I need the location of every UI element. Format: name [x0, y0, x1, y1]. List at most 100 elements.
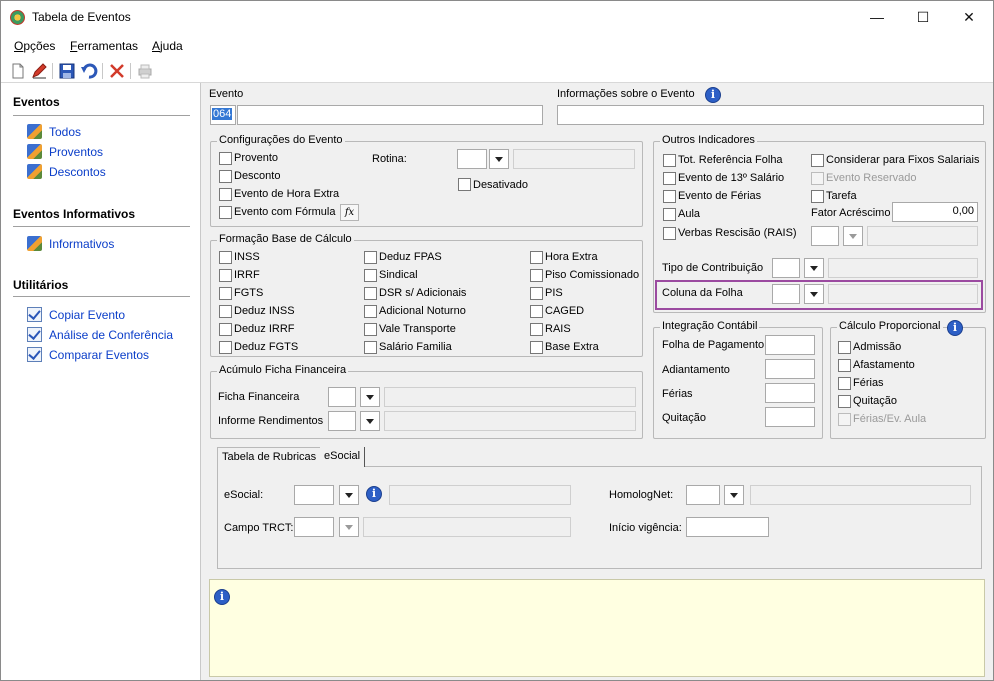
coluna-folha-input[interactable] [772, 284, 800, 304]
undo-icon[interactable] [80, 62, 98, 80]
campo-trct-input[interactable] [294, 517, 334, 537]
homolognet-input[interactable] [686, 485, 720, 505]
quitacao-integracao-input[interactable] [765, 407, 815, 427]
informe-rendimentos-input[interactable] [328, 411, 356, 431]
evento-13-checkbox[interactable] [663, 172, 676, 185]
afastamento-checkbox[interactable] [838, 359, 851, 372]
info-icon[interactable]: i [947, 320, 963, 336]
ficha-financeira-dropdown-icon[interactable] [360, 387, 380, 407]
admissao-checkbox[interactable] [838, 341, 851, 354]
vale-transporte-checkbox[interactable] [364, 323, 377, 336]
informacoes-input[interactable] [557, 105, 984, 125]
pis-checkbox[interactable] [530, 287, 543, 300]
sidebar-item-comparar-eventos[interactable]: Comparar Eventos [27, 347, 149, 363]
fixos-salariais-checkbox[interactable] [811, 154, 824, 167]
people-icon [27, 144, 42, 159]
hora-extra-checkbox[interactable] [219, 188, 232, 201]
maximize-button[interactable]: ☐ [900, 1, 946, 33]
quitacao-proporcional-label: Quitação [853, 395, 898, 407]
formula-checkbox[interactable] [219, 206, 232, 219]
folha-pagamento-label: Folha de Pagamento [662, 339, 765, 351]
evento-label: Evento [209, 88, 244, 100]
adicional-noturno-label: Adicional Noturno [379, 305, 466, 317]
fator-acrescimo-input[interactable]: 0,00 [892, 202, 978, 222]
piso-comissionado-checkbox[interactable] [530, 269, 543, 282]
minimize-button[interactable]: — [854, 1, 900, 33]
fx-button[interactable]: fx [340, 204, 359, 221]
tab-tabela-rubricas[interactable]: Tabela de Rubricas [217, 447, 322, 467]
new-document-icon[interactable] [9, 62, 27, 80]
sidebar-item-copiar-evento[interactable]: Copiar Evento [27, 307, 125, 323]
rotina-dropdown-icon[interactable] [489, 149, 509, 169]
adicional-noturno-checkbox[interactable] [364, 305, 377, 318]
desativado-checkbox[interactable] [458, 178, 471, 191]
evento-description-input[interactable] [237, 105, 543, 125]
deduz-fgts-checkbox[interactable] [219, 341, 232, 354]
sidebar-item-todos[interactable]: Todos [27, 124, 81, 140]
adiantamento-label: Adiantamento [662, 364, 730, 376]
ferias-proporcional-checkbox[interactable] [838, 377, 851, 390]
hora-extra-base-checkbox[interactable] [530, 251, 543, 264]
sidebar-item-informativos[interactable]: Informativos [27, 236, 114, 252]
sidebar-item-proventos[interactable]: Proventos [27, 144, 103, 160]
close-button[interactable]: ✕ [946, 1, 992, 33]
base-extra-checkbox[interactable] [530, 341, 543, 354]
delete-icon[interactable] [108, 62, 126, 80]
esocial-dropdown-icon[interactable] [339, 485, 359, 505]
provento-checkbox[interactable] [219, 152, 232, 165]
irrf-checkbox[interactable] [219, 269, 232, 282]
inicio-vigencia-input[interactable] [686, 517, 769, 537]
sidebar-item-analise-conferencia[interactable]: Análise de Conferência [27, 327, 173, 343]
informe-rendimentos-dropdown-icon[interactable] [360, 411, 380, 431]
esocial-input[interactable] [294, 485, 334, 505]
inss-checkbox[interactable] [219, 251, 232, 264]
info-icon: i [214, 589, 230, 605]
deduz-fpas-checkbox[interactable] [364, 251, 377, 264]
ficha-financeira-input[interactable] [328, 387, 356, 407]
caged-checkbox[interactable] [530, 305, 543, 318]
fgts-checkbox[interactable] [219, 287, 232, 300]
edit-pencil-icon[interactable] [30, 62, 48, 80]
tot-referencia-checkbox[interactable] [663, 154, 676, 167]
quitacao-integracao-label: Quitação [662, 412, 707, 424]
evento-code-input[interactable]: 064 [210, 105, 236, 125]
salario-familia-checkbox[interactable] [364, 341, 377, 354]
folha-pagamento-input[interactable] [765, 335, 815, 355]
tipo-contribuicao-input[interactable] [772, 258, 800, 278]
menu-ajuda[interactable]: Ajuda [152, 39, 183, 53]
verbas-rescisao-checkbox[interactable] [663, 227, 676, 240]
main-window: Tabela de Eventos — ☐ ✕ Opções Ferrament… [0, 0, 994, 681]
dsr-checkbox[interactable] [364, 287, 377, 300]
ferias-integracao-input[interactable] [765, 383, 815, 403]
evento-ferias-checkbox[interactable] [663, 190, 676, 203]
vale-transporte-label: Vale Transporte [379, 323, 456, 335]
menu-ferramentas[interactable]: Ferramentas [70, 39, 138, 53]
rais-checkbox[interactable] [530, 323, 543, 336]
fator-acrescimo-label: Fator Acréscimo [811, 207, 891, 219]
evento-ferias-label: Evento de Férias [678, 190, 762, 202]
coluna-folha-dropdown-icon[interactable] [804, 284, 824, 304]
ficha-financeira-description [384, 387, 636, 407]
hora-extra-base-label: Hora Extra [545, 251, 598, 263]
adiantamento-input[interactable] [765, 359, 815, 379]
deduz-irrf-checkbox[interactable] [219, 323, 232, 336]
coluna-folha-label: Coluna da Folha [662, 287, 743, 299]
homolognet-dropdown-icon[interactable] [724, 485, 744, 505]
desconto-checkbox[interactable] [219, 170, 232, 183]
sidebar-item-descontos[interactable]: Descontos [27, 164, 106, 180]
sindical-checkbox[interactable] [364, 269, 377, 282]
quitacao-proporcional-checkbox[interactable] [838, 395, 851, 408]
save-icon[interactable] [58, 62, 76, 80]
info-icon[interactable]: i [705, 87, 721, 103]
tipo-contribuicao-dropdown-icon[interactable] [804, 258, 824, 278]
rotina-input[interactable] [457, 149, 487, 169]
deduz-inss-checkbox[interactable] [219, 305, 232, 318]
afastamento-label: Afastamento [853, 359, 915, 371]
informe-rendimentos-description [384, 411, 636, 431]
aula-checkbox[interactable] [663, 208, 676, 221]
menu-opcoes[interactable]: Opções [14, 39, 55, 53]
verbas-rescisao-input[interactable] [811, 226, 839, 246]
tab-esocial[interactable]: eSocial [320, 447, 366, 467]
tarefa-checkbox[interactable] [811, 190, 824, 203]
info-icon[interactable]: i [366, 486, 382, 502]
